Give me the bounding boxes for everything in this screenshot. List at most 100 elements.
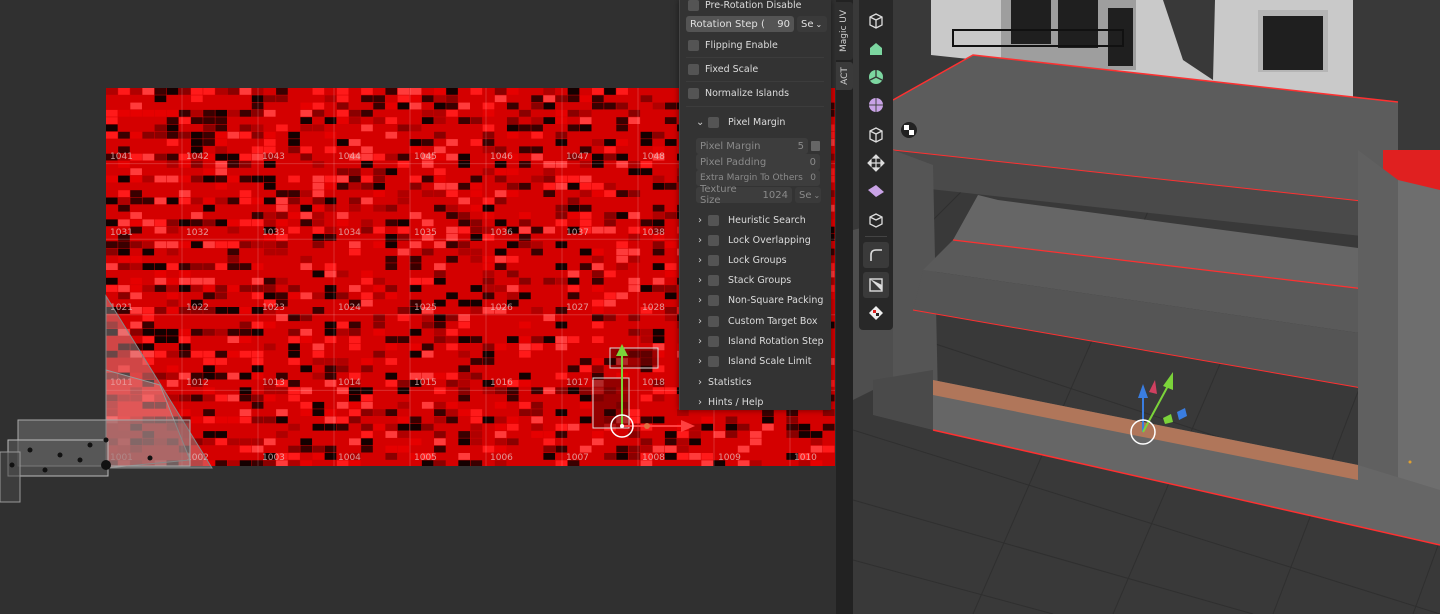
hints-help-panel-header[interactable]: › Hints / Help [696,392,847,412]
chevron-right-icon[interactable]: › [696,377,704,388]
section-header[interactable]: › Custom Target Box [696,311,847,331]
extrude-cube-icon[interactable] [863,206,889,232]
uv-texel [446,102,458,110]
uv-texel [288,423,300,431]
uv-sphere-icon[interactable] [863,92,889,118]
uv-texel [555,277,568,285]
chevron-right-icon[interactable]: › [696,295,704,306]
bevel-icon[interactable] [863,242,889,268]
uv-texel [701,423,713,431]
uv-texel [579,182,592,190]
uv-texel [421,175,434,183]
edge-slide-icon[interactable] [863,272,889,298]
pie-icon[interactable] [863,64,889,90]
move-icon[interactable] [863,150,889,176]
chevron-right-icon[interactable]: › [696,235,704,246]
checkbox[interactable] [688,87,699,99]
cube-outline-icon[interactable] [863,122,889,148]
prism-icon[interactable] [863,178,889,204]
uv-texel [652,102,665,110]
fixed-scale-checkbox[interactable]: Fixed Scale [688,59,839,79]
flipping-enable-checkbox[interactable]: Flipping Enable [688,35,839,55]
checkbox[interactable] [708,214,719,226]
rotation-step-field[interactable]: Rotation Step ( 90 Se ⌄ [686,14,827,34]
section-header[interactable]: › Island Rotation Step [696,331,847,351]
uv-texel [215,88,227,95]
uv-texel [106,131,118,139]
section-header[interactable]: › Non-Square Packing [696,291,847,311]
tab-act[interactable]: ACT [836,62,853,90]
uv-texel [178,197,191,205]
uv-texel [677,453,689,460]
chevron-right-icon[interactable]: › [696,356,704,367]
pre-rotation-disable-checkbox[interactable]: Pre-Rotation Disable [688,0,839,15]
texture-size-dropdown[interactable]: Se ⌄ [795,187,821,203]
texture-size-field[interactable]: Texture Size 1024 Se ⌄ [696,184,847,206]
normalize-islands-checkbox[interactable]: Normalize Islands [688,83,839,103]
uv-texel [263,321,276,329]
3d-viewport[interactable] [853,0,1440,614]
checkbox[interactable] [708,315,719,327]
uv-texel [616,117,628,124]
cursor-cube-icon[interactable] [863,8,889,34]
uv-texel [288,190,300,197]
uv-texel [470,423,483,431]
pixel-margin-panel-header[interactable]: ⌄ Pixel Margin [696,112,847,132]
tab-magic-uv[interactable]: Magic UV [836,2,853,60]
uv-texel [494,255,507,263]
uv-texel [531,124,543,132]
select-box-icon[interactable] [863,36,889,62]
uv-texel [349,409,361,416]
section-header[interactable]: › Island Scale Limit [696,351,847,371]
statistics-panel-header[interactable]: › Statistics [696,372,847,392]
uv-texel [324,336,337,343]
uv-texel [604,292,616,300]
chevron-right-icon[interactable]: › [696,255,704,266]
chevron-down-icon[interactable]: ⌄ [696,117,704,128]
checker-icon[interactable] [901,122,917,138]
checkbox[interactable] [688,0,699,11]
uv-texel [349,182,361,190]
uv-texel [604,190,616,197]
checkbox[interactable] [708,275,719,287]
chevron-right-icon[interactable]: › [696,316,704,327]
section-header[interactable]: › Lock Overlapping [696,230,847,250]
section-header[interactable]: › Lock Groups [696,250,847,270]
uv-island-group[interactable] [0,290,220,510]
uv-texel [166,124,179,132]
uv-texel [543,182,556,190]
chevron-right-icon[interactable]: › [696,215,704,226]
checkbox[interactable] [708,355,719,367]
uv-texel [349,109,361,117]
uv-texel [312,182,325,190]
section-header[interactable]: › Stack Groups [696,271,847,291]
uv-texel [519,212,531,219]
checkbox[interactable] [688,39,699,51]
uv-texel [555,109,568,117]
checkbox[interactable] [708,116,719,128]
checkbox[interactable] [708,254,719,266]
uv-texel [397,234,410,241]
checker-icon[interactable] [863,300,889,326]
checkbox[interactable] [708,234,719,246]
keyframe-icon[interactable] [811,141,820,151]
uv-texel [567,336,580,343]
checkbox[interactable] [708,295,719,307]
uv-texel [349,175,361,183]
uv-texel [531,416,543,424]
dropdown-value: Se [801,18,814,30]
uv-texel [191,241,203,249]
rotation-step-input[interactable]: Rotation Step ( 90 [686,16,794,32]
rotation-step-dropdown[interactable]: Se ⌄ [797,16,827,32]
uv-texel [446,182,458,190]
uv-texel [640,445,653,453]
chevron-right-icon[interactable]: › [696,275,704,286]
chevron-right-icon[interactable]: › [696,336,704,347]
uv-texel [458,241,470,249]
uv-texel [324,416,337,424]
section-header[interactable]: › Heuristic Search [696,210,847,230]
checkbox[interactable] [708,335,719,347]
uv-texel [409,88,422,95]
checkbox[interactable] [688,63,699,75]
chevron-right-icon[interactable]: › [696,397,704,408]
